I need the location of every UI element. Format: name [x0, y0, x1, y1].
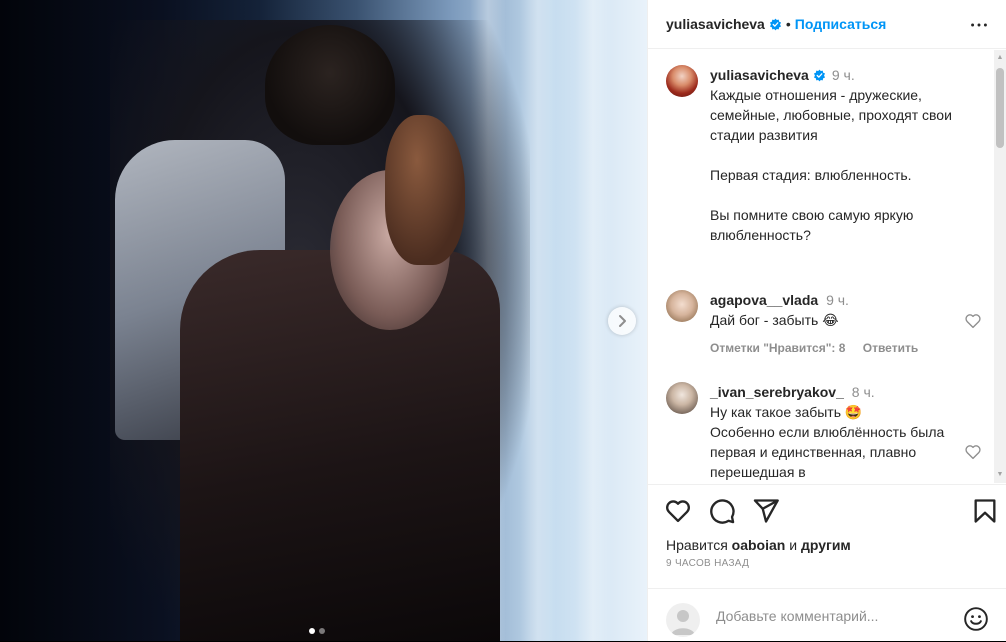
comment-likes-count[interactable]: Отметки "Нравится": 8 — [710, 341, 845, 355]
avatar — [666, 603, 700, 637]
post-media[interactable] — [0, 0, 647, 641]
more-horizontal-icon[interactable] — [968, 14, 990, 36]
scroll-down-icon[interactable]: ▼ — [996, 471, 1004, 479]
comment-text: Дай бог - забыть 😂 — [710, 312, 839, 328]
avatar[interactable] — [666, 65, 698, 97]
avatar[interactable] — [666, 290, 698, 322]
verified-badge-icon — [813, 69, 825, 82]
caption-time[interactable]: 9 ч. — [832, 67, 855, 83]
likes-others[interactable]: другим — [801, 537, 851, 553]
comment-meta: Отметки "Нравится": 8 Ответить — [710, 338, 980, 358]
bookmark-icon[interactable] — [971, 497, 999, 525]
comment-bubble-icon[interactable] — [708, 497, 736, 525]
comment-input[interactable] — [716, 603, 946, 629]
comment-username[interactable]: _ivan_serebryakov_ — [710, 384, 844, 400]
add-comment-bar — [648, 588, 1006, 642]
smiley-icon[interactable] — [963, 606, 989, 632]
comments-list[interactable]: yuliasavicheva 9 ч. Каждые отношения - др… — [648, 50, 1006, 483]
header-separator: • — [785, 16, 791, 32]
paper-plane-icon[interactable] — [752, 497, 780, 525]
comment-time[interactable]: 9 ч. — [826, 292, 849, 308]
carousel-dot-active — [309, 628, 315, 634]
heart-outline-icon[interactable] — [664, 497, 692, 525]
instagram-post: yuliasavicheva • Подписаться yuliasavich… — [0, 0, 1006, 641]
photo-robe — [180, 250, 500, 641]
header-username[interactable]: yuliasavicheva — [666, 16, 765, 32]
comment-item: agapova__vlada 9 ч. Дай бог - забыть 😂 О… — [666, 290, 986, 358]
avatar[interactable] — [666, 382, 698, 414]
chevron-right-icon — [619, 315, 626, 327]
caption-text: Каждые отношения - дружеские, семейные, … — [710, 87, 952, 243]
scroll-up-icon[interactable]: ▲ — [996, 54, 1004, 62]
likes-summary[interactable]: Нравится oaboian и другим — [666, 537, 851, 553]
curtain-fold — [575, 0, 611, 641]
next-slide-button[interactable] — [608, 307, 636, 335]
user-placeholder-icon — [671, 610, 695, 635]
carousel-dots — [309, 628, 325, 634]
caption-username[interactable]: yuliasavicheva — [710, 67, 809, 83]
verified-badge-icon — [769, 18, 781, 30]
comment-text: Ну как такое забыть 🤩 Особенно если влюб… — [710, 404, 945, 480]
likes-prefix: Нравится — [666, 537, 728, 553]
comments-scrollbar[interactable]: ▲ ▼ — [994, 50, 1006, 483]
follow-button[interactable]: Подписаться — [795, 16, 887, 32]
post-side-panel: yuliasavicheva • Подписаться yuliasavich… — [647, 0, 1006, 641]
post-header: yuliasavicheva • Подписаться — [648, 0, 1006, 49]
scrollbar-thumb[interactable] — [996, 68, 1004, 148]
reply-button[interactable]: Ответить — [863, 341, 918, 355]
comment-time[interactable]: 8 ч. — [852, 384, 875, 400]
carousel-dot — [319, 628, 325, 634]
heart-outline-icon[interactable] — [964, 443, 982, 461]
post-timestamp[interactable]: 9 ЧАСОВ НАЗАД — [666, 558, 749, 569]
photo-hair-man — [265, 25, 395, 145]
comment-username[interactable]: agapova__vlada — [710, 292, 818, 308]
caption: yuliasavicheva 9 ч. Каждые отношения - др… — [666, 65, 986, 245]
post-actions: Нравится oaboian и другим 9 ЧАСОВ НАЗАД — [648, 484, 1006, 641]
photo-hair-woman — [385, 115, 465, 265]
comment-item: _ivan_serebryakov_ 8 ч. Ну как такое заб… — [666, 382, 986, 482]
likes-middle: и — [789, 537, 798, 553]
heart-outline-icon[interactable] — [964, 312, 982, 330]
likes-user[interactable]: oaboian — [732, 537, 786, 553]
